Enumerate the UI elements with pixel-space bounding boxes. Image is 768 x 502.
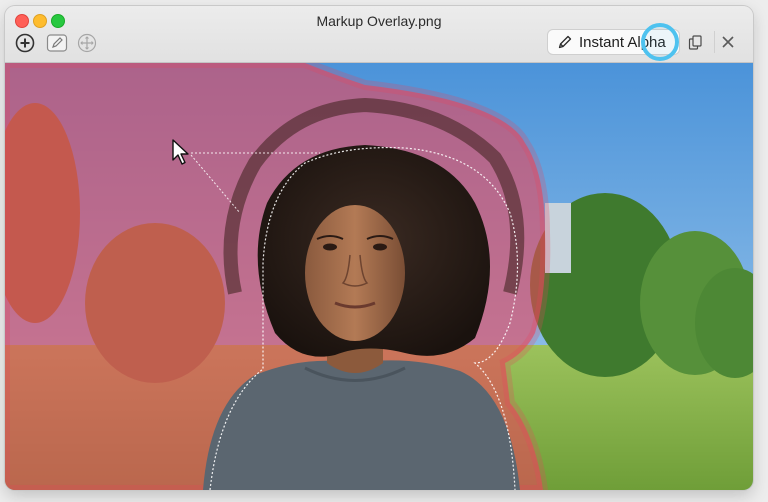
title-bar: Markup Overlay.png Instant Alpha: [5, 6, 753, 63]
image-canvas[interactable]: [5, 58, 753, 490]
share-button[interactable]: [684, 31, 706, 53]
photo-with-alpha-overlay: [5, 58, 753, 490]
plus-circle-icon: [15, 33, 35, 53]
click-highlight-ring: [641, 23, 679, 61]
markup-edit-button[interactable]: [46, 33, 68, 53]
pencil-icon: [558, 35, 572, 49]
add-button[interactable]: [14, 33, 36, 53]
close-markup-button[interactable]: [714, 31, 741, 53]
move-button[interactable]: [76, 33, 98, 53]
move-crosshair-icon: [77, 33, 97, 53]
window-title: Markup Overlay.png: [316, 13, 442, 29]
pencil-square-icon: [46, 34, 68, 52]
preview-window: Markup Overlay.png Instant Alpha: [5, 6, 753, 490]
share-icon: [688, 35, 702, 50]
mouse-pointer-icon: [172, 139, 189, 165]
close-icon: [722, 36, 734, 48]
